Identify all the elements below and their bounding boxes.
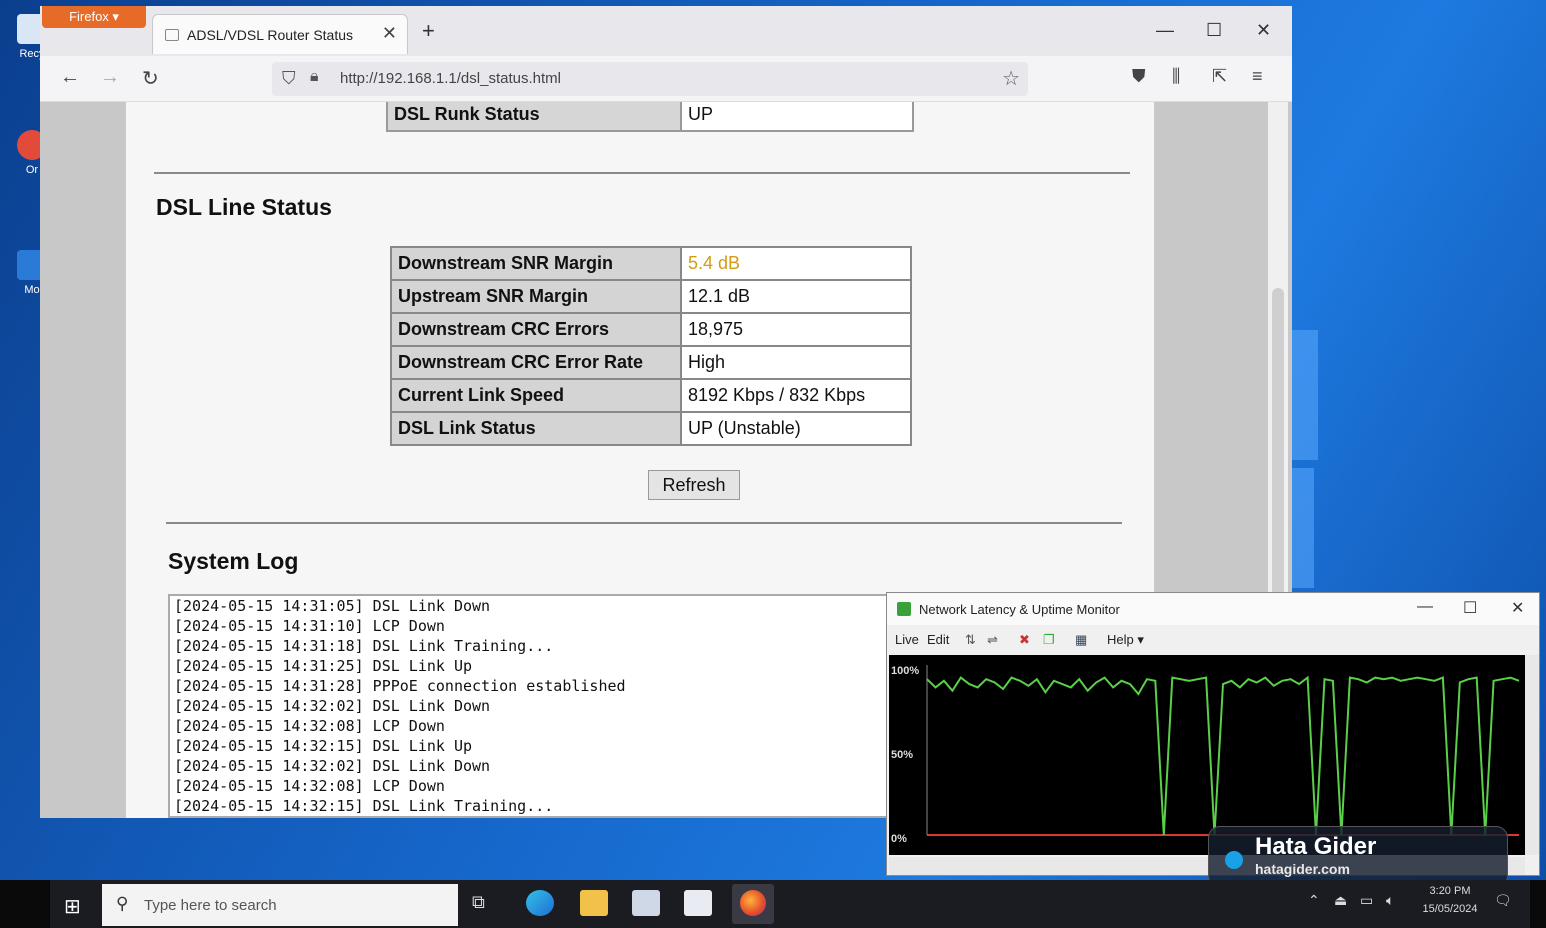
mail-icon[interactable]: [684, 890, 712, 916]
bookmark-star-icon[interactable]: ☆: [1002, 66, 1020, 91]
new-tab-icon[interactable]: +: [422, 18, 435, 44]
url-bar[interactable]: ⛉ 🔒︎ http://192.168.1.1/dsl_status.html …: [272, 62, 1028, 96]
status-key: Downstream CRC Error Rate: [390, 345, 682, 380]
monitor-title-bar: Network Latency & Uptime Monitor — ☐ ✕: [887, 593, 1539, 625]
dsl-status-table: Downstream SNR Margin 5.4 dB Upstream SNR …: [390, 246, 912, 446]
status-key: DSL Link Status: [390, 411, 682, 446]
status-value: High: [680, 345, 912, 380]
uptime-series: [926, 675, 1520, 836]
firefox-taskbar-button[interactable]: [732, 884, 774, 924]
toolbar-copy-icon[interactable]: ❐: [1043, 632, 1055, 648]
uptime-plot: 100% 50% 0%: [889, 655, 1525, 855]
uptime-chart: [926, 665, 1520, 836]
toolbar-stop-icon[interactable]: ✖: [1019, 632, 1030, 648]
edge-icon[interactable]: [526, 890, 554, 916]
status-row: Upstream SNR Margin 12.1 dB: [390, 279, 912, 314]
clock-time: 3:20 PM: [1429, 885, 1471, 897]
tray-chevron-icon[interactable]: ⌃: [1308, 892, 1320, 909]
tab-router-status[interactable]: ADSL/VDSL Router Status ✕: [152, 14, 408, 54]
close-window-icon[interactable]: ✕: [1256, 20, 1271, 41]
tray-volume-icon[interactable]: 🔈︎: [1386, 892, 1394, 909]
minimize-icon[interactable]: —: [1417, 598, 1433, 616]
watermark-name: Hata Gider: [1255, 833, 1377, 860]
url-text[interactable]: http://192.168.1.1/dsl_status.html: [340, 70, 561, 87]
scrollbar-thumb[interactable]: [1272, 288, 1284, 628]
monitor-menu-bar: Live Edit ⇅ ⇌ ✖ ❐ ▦ Help ▾: [887, 625, 1539, 653]
maximize-icon[interactable]: ☐: [1206, 20, 1222, 41]
watermark-site: hatagider.com: [1255, 861, 1350, 877]
taskbar-clock[interactable]: 3:20 PM 15/05/2024: [1410, 882, 1490, 918]
file-explorer-icon[interactable]: [580, 890, 608, 916]
monitor-title: Network Latency & Uptime Monitor: [919, 602, 1120, 617]
search-icon: ⚲: [116, 894, 129, 913]
status-value: 18,975: [680, 312, 912, 347]
store-icon[interactable]: [632, 890, 660, 916]
prev-status-row: DSL Runk Status UP: [386, 102, 914, 132]
status-value: 5.4 dB: [680, 246, 912, 281]
toolbar-grid-icon[interactable]: ▦: [1075, 632, 1087, 648]
menu-item-help[interactable]: Help ▾: [1107, 632, 1144, 648]
tray-network-icon[interactable]: ▭: [1360, 892, 1373, 909]
status-row: Downstream SNR Margin 5.4 dB: [390, 246, 912, 281]
firefox-menu-button[interactable]: Firefox ▾: [42, 6, 146, 28]
watermark-logo-icon: [1225, 851, 1243, 869]
taskbar: ⊞ ⚲ Type here to search ⧉ ⌃ ⏏ ▭ 🔈︎ 3:20 …: [50, 880, 1530, 928]
toolbar-icon-a[interactable]: ⇅: [965, 632, 976, 648]
forward-icon[interactable]: →: [100, 66, 120, 89]
status-key: Downstream CRC Errors: [390, 312, 682, 347]
status-row: Current Link Speed 8192 Kbps / 832 Kbps: [390, 378, 912, 413]
system-log-heading: System Log: [168, 548, 299, 574]
close-window-icon[interactable]: ✕: [1511, 598, 1524, 618]
minimize-icon[interactable]: —: [1156, 20, 1174, 41]
status-value: UP (Unstable): [680, 411, 912, 446]
status-value: UP: [680, 102, 912, 130]
monitor-vertical-scrollbar[interactable]: [1525, 655, 1539, 855]
status-key: Current Link Speed: [390, 378, 682, 413]
status-value: 12.1 dB: [680, 279, 912, 314]
status-key: DSL Runk Status: [388, 102, 680, 130]
shield-icon[interactable]: ⛉: [282, 68, 296, 89]
maximize-icon[interactable]: ☐: [1463, 598, 1477, 618]
windows-start-icon[interactable]: ⊞: [64, 894, 81, 919]
lock-icon[interactable]: 🔒︎: [310, 68, 319, 86]
status-key: Downstream SNR Margin: [390, 246, 682, 281]
status-row: Downstream CRC Errors 18,975: [390, 312, 912, 347]
taskbar-search[interactable]: ⚲ Type here to search: [102, 884, 458, 926]
hamburger-menu-icon[interactable]: ≡: [1252, 66, 1263, 87]
reload-icon[interactable]: ↻: [142, 66, 159, 91]
search-placeholder: Type here to search: [144, 897, 277, 914]
clock-date: 15/05/2024: [1422, 903, 1478, 915]
menu-item-edit[interactable]: Edit: [927, 632, 949, 647]
extensions-icon[interactable]: ⇱: [1212, 66, 1227, 87]
refresh-button[interactable]: Refresh: [648, 470, 740, 500]
page-icon: [165, 29, 179, 41]
watermark: Hata Gider hatagider.com: [1208, 826, 1508, 888]
divider: [154, 172, 1130, 174]
pocket-icon[interactable]: ⛊: [1132, 66, 1146, 87]
monitor-app-icon: [897, 602, 911, 616]
tab-bar: ADSL/VDSL Router Status ✕ + — ☐ ✕: [40, 6, 1292, 56]
status-row: Downstream CRC Error Rate High: [390, 345, 912, 380]
status-key: Upstream SNR Margin: [390, 279, 682, 314]
navigation-bar: ← → ↻ ⛉ 🔒︎ http://192.168.1.1/dsl_status…: [40, 56, 1292, 102]
divider: [166, 522, 1122, 524]
status-value: 8192 Kbps / 832 Kbps: [680, 378, 912, 413]
library-icon[interactable]: ⫼: [1172, 66, 1180, 87]
menu-item-live[interactable]: Live: [895, 632, 919, 647]
close-tab-icon[interactable]: ✕: [382, 23, 397, 44]
dsl-line-status-heading: DSL Line Status: [156, 194, 332, 220]
back-icon[interactable]: ←: [60, 66, 80, 89]
status-row: DSL Link Status UP (Unstable): [390, 411, 912, 446]
tray-usb-icon[interactable]: ⏏: [1334, 892, 1347, 909]
task-view-icon[interactable]: ⧉: [472, 892, 500, 918]
tab-title: ADSL/VDSL Router Status: [187, 27, 354, 43]
firefox-icon: [740, 890, 766, 916]
notifications-icon[interactable]: 🗨︎: [1494, 892, 1512, 909]
toolbar-icon-b[interactable]: ⇌: [987, 632, 998, 648]
